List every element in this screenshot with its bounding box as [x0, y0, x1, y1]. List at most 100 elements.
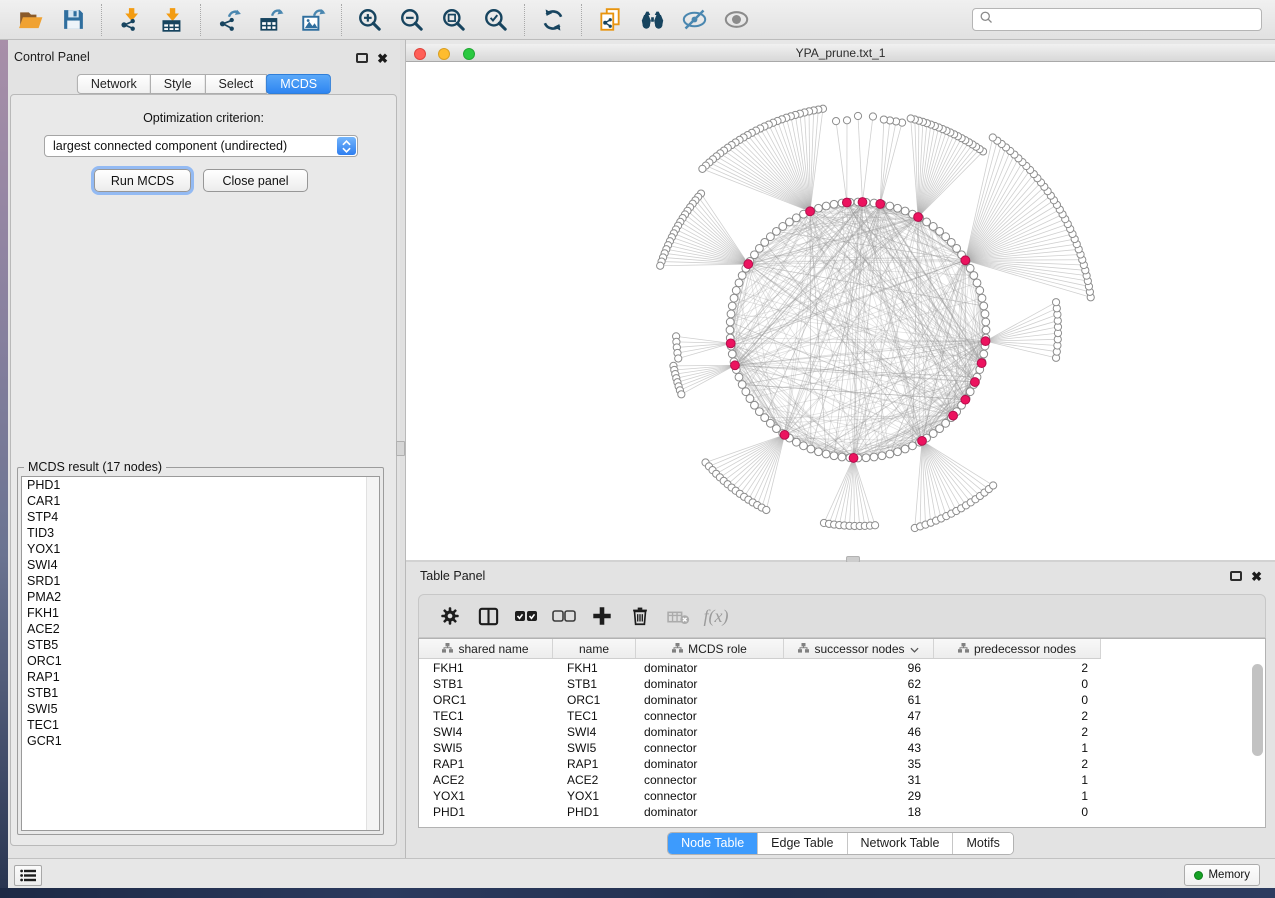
import-table-icon[interactable] [157, 5, 187, 35]
list-item[interactable]: YOX1 [22, 541, 379, 557]
control-panel: Control Panel ✖ NetworkStyleSelectMCDS O… [8, 40, 400, 858]
table-header: shared namenameMCDS rolesuccessor nodesp… [419, 639, 1101, 659]
table-row[interactable]: PHD1PHD1dominator180 [419, 804, 1249, 820]
search-field[interactable] [994, 13, 1261, 27]
tab-select[interactable]: Select [205, 74, 268, 94]
list-item[interactable]: PHD1 [22, 477, 379, 493]
column-header-name[interactable]: name [553, 639, 636, 658]
refresh-icon[interactable] [538, 5, 568, 35]
list-item[interactable]: STB5 [22, 637, 379, 653]
list-item[interactable]: SRD1 [22, 573, 379, 589]
tab-node-table[interactable]: Node Table [668, 833, 757, 854]
tab-mcds[interactable]: MCDS [266, 74, 331, 94]
table-scrollbar[interactable] [1252, 664, 1263, 756]
export-table-icon[interactable] [256, 5, 286, 35]
copy-network-icon[interactable] [595, 5, 625, 35]
eye-icon[interactable] [721, 5, 751, 35]
zoom-selected-icon[interactable] [481, 5, 511, 35]
show-columns-icon[interactable] [474, 602, 502, 630]
zoom-fit-icon[interactable] [439, 5, 469, 35]
list-item[interactable]: CAR1 [22, 493, 379, 509]
column-header-MCDS-role[interactable]: MCDS role [636, 639, 784, 658]
divider-grip[interactable] [396, 441, 405, 456]
status-bar: Memory [8, 858, 1275, 888]
table-row[interactable]: TEC1TEC1connector472 [419, 708, 1249, 724]
binoculars-icon[interactable] [637, 5, 667, 35]
list-item[interactable]: ACE2 [22, 621, 379, 637]
optimization-criterion-select[interactable]: largest connected component (undirected) [44, 135, 358, 157]
table-row[interactable]: FKH1FKH1dominator962 [419, 660, 1249, 676]
save-icon[interactable] [58, 5, 88, 35]
list-item[interactable]: RAP1 [22, 669, 379, 685]
select-all-icon[interactable] [512, 602, 540, 630]
list-item[interactable]: TEC1 [22, 717, 379, 733]
function-builder-icon: f(x) [702, 602, 730, 630]
run-mcds-button[interactable]: Run MCDS [94, 169, 191, 192]
table-row[interactable]: RAP1RAP1dominator352 [419, 756, 1249, 772]
table-settings-gear-icon[interactable] [436, 602, 464, 630]
zoom-in-icon[interactable] [355, 5, 385, 35]
list-item[interactable]: FKH1 [22, 605, 379, 621]
close-panel-button[interactable]: Close panel [203, 169, 308, 192]
list-item[interactable]: SWI4 [22, 557, 379, 573]
tab-network-table[interactable]: Network Table [847, 833, 953, 854]
float-panel-icon[interactable] [1230, 571, 1242, 581]
select-stepper-icon [337, 137, 356, 155]
float-panel-icon[interactable] [356, 53, 368, 63]
import-network-icon[interactable] [115, 5, 145, 35]
task-list-button[interactable] [14, 865, 42, 886]
zoom-window-icon[interactable] [463, 48, 475, 60]
list-item[interactable]: PMA2 [22, 589, 379, 605]
table-cell: dominator [636, 725, 784, 739]
delete-column-icon[interactable] [626, 602, 654, 630]
column-header-successor-nodes[interactable]: successor nodes [784, 639, 934, 658]
list-item[interactable]: SWI5 [22, 701, 379, 717]
tab-edge-table[interactable]: Edge Table [757, 833, 846, 854]
zoom-out-icon[interactable] [397, 5, 427, 35]
tab-network[interactable]: Network [77, 74, 151, 94]
toolbar-separator [524, 4, 525, 36]
table-row[interactable]: ORC1ORC1dominator610 [419, 692, 1249, 708]
list-scrollbar[interactable] [366, 477, 379, 830]
network-window-titlebar[interactable]: YPA_prune.txt_1 [406, 44, 1275, 62]
open-icon[interactable] [16, 5, 46, 35]
column-header-predecessor-nodes[interactable]: predecessor nodes [934, 639, 1101, 658]
list-item[interactable]: TID3 [22, 525, 379, 541]
table-panel-title: Table Panel [420, 569, 485, 583]
close-panel-icon[interactable]: ✖ [1251, 572, 1262, 582]
mcds-result-list[interactable]: PHD1CAR1STP4TID3YOX1SWI4SRD1PMA2FKH1ACE2… [21, 476, 380, 831]
table-row[interactable]: SWI4SWI4dominator462 [419, 724, 1249, 740]
table-cell: 0 [934, 805, 1101, 819]
list-item[interactable]: ORC1 [22, 653, 379, 669]
list-item[interactable]: GCR1 [22, 733, 379, 749]
table-panel-tabs: Node TableEdge TableNetwork TableMotifs [406, 832, 1275, 855]
export-network-icon[interactable] [214, 5, 244, 35]
minimize-window-icon[interactable] [438, 48, 450, 60]
table-cell: 29 [784, 789, 934, 803]
list-item[interactable]: STB1 [22, 685, 379, 701]
network-graph[interactable] [406, 62, 1275, 560]
chevron-down-icon[interactable] [910, 642, 919, 656]
table-row[interactable]: ACE2ACE2connector311 [419, 772, 1249, 788]
close-panel-icon[interactable]: ✖ [377, 54, 388, 64]
search-input[interactable] [972, 8, 1262, 31]
export-image-icon[interactable] [298, 5, 328, 35]
table-row[interactable]: STB1STB1dominator620 [419, 676, 1249, 692]
table-cell: 61 [784, 693, 934, 707]
add-column-icon[interactable] [588, 602, 616, 630]
memory-button[interactable]: Memory [1184, 864, 1260, 886]
eye-slash-icon[interactable] [679, 5, 709, 35]
tab-motifs[interactable]: Motifs [952, 833, 1012, 854]
table-cell: TEC1 [553, 709, 636, 723]
network-canvas[interactable] [406, 62, 1275, 560]
toolbar-separator [101, 4, 102, 36]
table-row[interactable]: YOX1YOX1connector291 [419, 788, 1249, 804]
node-table[interactable]: shared namenameMCDS rolesuccessor nodesp… [418, 638, 1266, 828]
list-item[interactable]: STP4 [22, 509, 379, 525]
mcds-result-title: MCDS result (17 nodes) [24, 460, 166, 474]
close-window-icon[interactable] [414, 48, 426, 60]
tab-style[interactable]: Style [150, 74, 206, 94]
table-row[interactable]: SWI5SWI5connector431 [419, 740, 1249, 756]
deselect-all-icon[interactable] [550, 602, 578, 630]
column-header-shared-name[interactable]: shared name [419, 639, 553, 658]
